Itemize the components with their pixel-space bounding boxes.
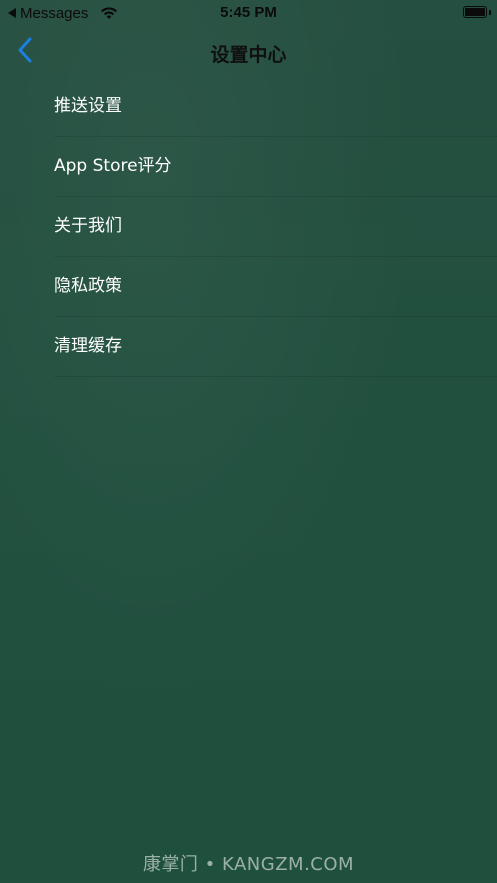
settings-item-push[interactable]: 推送设置 xyxy=(0,77,497,137)
navigation-bar: 设置中心 xyxy=(0,26,497,76)
settings-list: 推送设置 App Store评分 关于我们 隐私政策 清理缓存 xyxy=(0,77,497,377)
status-bar: Messages 5:45 PM xyxy=(0,0,497,26)
settings-item-label: 推送设置 xyxy=(54,96,122,116)
settings-item-label: 隐私政策 xyxy=(54,276,122,296)
battery-level xyxy=(465,8,485,16)
status-time: 5:45 PM xyxy=(220,4,277,21)
settings-item-clear-cache[interactable]: 清理缓存 xyxy=(0,317,497,377)
row-divider xyxy=(54,376,497,377)
settings-item-app-store-rating[interactable]: App Store评分 xyxy=(0,137,497,197)
page-title: 设置中心 xyxy=(210,44,287,66)
battery-icon xyxy=(463,6,487,18)
watermark-text: 康掌门 • KANGZM.COM xyxy=(142,854,355,875)
settings-item-label: 关于我们 xyxy=(54,216,122,236)
battery-cap xyxy=(489,10,491,15)
settings-item-label: App Store评分 xyxy=(54,156,172,176)
settings-item-privacy-policy[interactable]: 隐私政策 xyxy=(0,257,497,317)
settings-item-about-us[interactable]: 关于我们 xyxy=(0,197,497,257)
settings-item-label: 清理缓存 xyxy=(54,336,122,356)
